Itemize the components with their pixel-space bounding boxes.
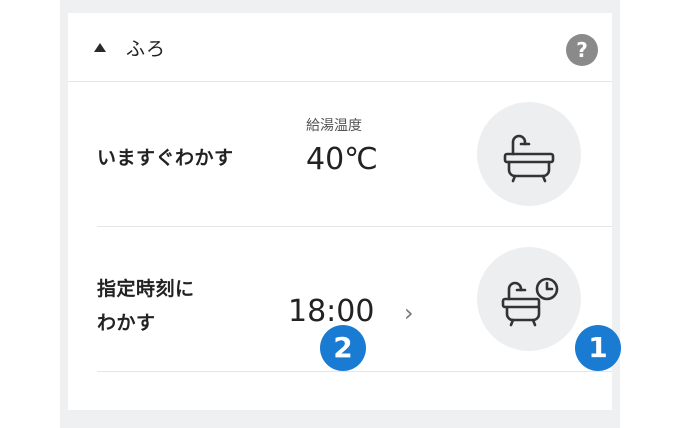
water-temp-caption: 給湯温度 (306, 118, 362, 134)
timer-time-value[interactable]: 18:00 (288, 294, 374, 329)
timer-heat-label: 指定時刻に わかす (97, 272, 195, 340)
heat-now-button[interactable] (477, 102, 581, 206)
section-header[interactable]: ふろ ? (68, 13, 612, 82)
bathtub-clock-icon (501, 277, 559, 327)
help-icon[interactable]: ? (566, 34, 598, 66)
chevron-right-icon[interactable]: › (404, 299, 414, 327)
section-title: ふろ (126, 38, 167, 60)
heat-now-label: いますぐわかす (97, 147, 234, 169)
timer-heat-label-line1: 指定時刻に (97, 278, 195, 300)
bathtub-icon (503, 134, 555, 183)
water-temp-value: 40℃ (306, 142, 378, 177)
timer-heat-label-line2: わかす (97, 312, 156, 334)
collapse-triangle-icon[interactable] (94, 43, 106, 52)
heat-now-row: いますぐわかす 給湯温度 40℃ (97, 82, 612, 227)
callout-badge-1: 1 (575, 325, 621, 371)
callout-badge-2: 2 (320, 325, 366, 371)
timer-heat-button[interactable] (477, 247, 581, 351)
